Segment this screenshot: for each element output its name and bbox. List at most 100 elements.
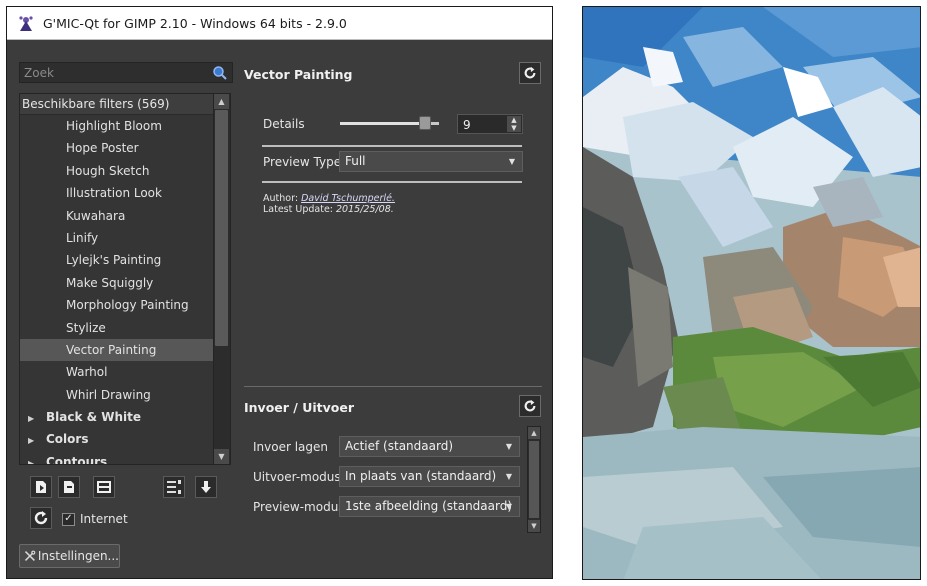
expand-arrow-icon[interactable]: ▶: [28, 408, 46, 428]
filter-item[interactable]: Hope Poster: [20, 137, 214, 159]
preview-mode-value: 1ste afbeelding (standaard): [345, 499, 513, 513]
preview-mode-select[interactable]: 1ste afbeelding (standaard) ▼: [339, 496, 520, 517]
filter-item[interactable]: Vector Painting: [20, 338, 214, 362]
expand-arrow-icon[interactable]: ▶: [28, 453, 46, 464]
filter-item-label: Stylize: [66, 320, 106, 335]
io-scrollbar[interactable]: ▲ ▼: [527, 426, 541, 533]
filter-item-label: Hope Poster: [66, 141, 139, 156]
filter-item[interactable]: Linify: [20, 227, 214, 249]
io-title: Invoer / Uitvoer: [244, 400, 354, 415]
filter-item-label: Make Squiggly: [66, 275, 154, 290]
filter-item-label: Whirl Drawing: [66, 387, 151, 402]
remove-fave-button[interactable]: [58, 476, 80, 498]
filter-item[interactable]: Morphology Painting: [20, 294, 214, 316]
filter-item[interactable]: Kuwahara: [20, 205, 214, 227]
filter-tree[interactable]: Beschikbare filters (569) Highlight Bloo…: [19, 93, 231, 465]
output-mode-select[interactable]: In plaats van (standaard) ▼: [339, 466, 520, 487]
search-icon[interactable]: [211, 64, 229, 82]
title-bar: G'MIC-Qt for GIMP 2.10 - Windows 64 bits…: [7, 7, 552, 40]
output-mode-value: In plaats van (standaard): [345, 469, 497, 483]
filter-category[interactable]: ▶ Contours: [20, 451, 214, 465]
window-title: G'MIC-Qt for GIMP 2.10 - Windows 64 bits…: [43, 15, 347, 31]
filter-item-label: Illustration Look: [66, 186, 162, 201]
scroll-down-arrow[interactable]: ▼: [214, 449, 229, 464]
input-layers-select[interactable]: Actief (standaard) ▼: [339, 436, 520, 457]
io-separator: [244, 386, 542, 387]
download-button[interactable]: [195, 476, 217, 498]
scroll-down-arrow[interactable]: ▼: [528, 520, 540, 532]
filter-item-label: Contours: [46, 454, 108, 465]
details-slider-fill: [340, 122, 425, 125]
details-label: Details: [263, 117, 305, 131]
output-mode-label: Uitvoer-modus: [253, 470, 341, 484]
filter-item[interactable]: Hough Sketch: [20, 160, 214, 182]
filter-tree-header: Beschikbare filters (569): [20, 94, 230, 115]
filter-item-label: Black & White: [46, 410, 142, 425]
reset-parameters-button[interactable]: [519, 62, 541, 84]
author-link[interactable]: David Tschumperlé.: [301, 193, 395, 204]
expand-collapse-button[interactable]: [163, 476, 185, 498]
internet-option[interactable]: ✓ Internet: [62, 509, 128, 529]
filter-item[interactable]: Stylize: [20, 317, 214, 339]
spin-down-arrow[interactable]: ▼: [507, 124, 521, 132]
filter-item[interactable]: Make Squiggly: [20, 272, 214, 294]
filter-item-label: Hough Sketch: [66, 163, 150, 178]
spin-up-arrow[interactable]: ▲: [507, 116, 521, 124]
filter-item-label: Kuwahara: [66, 208, 126, 223]
filter-item-label: Warhol: [66, 365, 108, 380]
filter-author-info: Author: David Tschumperlé. Latest Update…: [263, 193, 395, 215]
scroll-up-arrow[interactable]: ▲: [214, 94, 229, 109]
author-label: Author:: [263, 193, 299, 204]
scroll-thumb[interactable]: [529, 441, 539, 518]
chevron-down-icon: ▼: [505, 472, 512, 481]
scroll-thumb[interactable]: [215, 110, 228, 346]
add-fave-button[interactable]: [30, 476, 52, 498]
update-label: Latest Update:: [263, 204, 333, 215]
filter-item[interactable]: Highlight Bloom: [20, 115, 214, 137]
list-toggle-icon: [167, 480, 181, 494]
reset-icon: [524, 66, 536, 79]
chevron-down-icon: ▼: [505, 502, 512, 511]
filter-tree-scrollbar[interactable]: ▲ ▼: [213, 94, 230, 464]
gmic-window: G'MIC-Qt for GIMP 2.10 - Windows 64 bits…: [6, 6, 553, 579]
separator-1: [262, 145, 522, 147]
input-layers-value: Actief (standaard): [345, 439, 453, 453]
filter-item[interactable]: Whirl Drawing: [20, 384, 214, 406]
filter-item-label: Linify: [66, 230, 99, 245]
preview-type-label: Preview Type: [263, 155, 342, 169]
preview-type-value: Full: [345, 154, 366, 168]
filter-tree-rows: Highlight Bloom Hope Poster Hough Sketch Il…: [20, 115, 214, 465]
filter-item[interactable]: Illustration Look: [20, 182, 214, 204]
chevron-down-icon: ▼: [508, 157, 515, 166]
rename-fave-button[interactable]: [93, 476, 115, 498]
refresh-icon: [34, 511, 48, 525]
filter-category[interactable]: ▶ Colors: [20, 428, 214, 450]
tools-icon: [24, 550, 36, 561]
settings-button[interactable]: Instellingen...: [19, 544, 120, 568]
update-date: 2015/25/08.: [336, 204, 394, 215]
filter-item[interactable]: Lylejk's Painting: [20, 249, 214, 271]
internet-checkbox[interactable]: ✓: [62, 512, 75, 526]
filter-item-label: Highlight Bloom: [66, 119, 162, 133]
spin-arrows[interactable]: ▲ ▼: [507, 116, 521, 132]
reset-icon: [524, 399, 536, 412]
preview-image: [583, 7, 920, 579]
details-slider-handle[interactable]: [419, 116, 431, 130]
scroll-up-arrow[interactable]: ▲: [528, 427, 540, 439]
search-input[interactable]: [20, 63, 211, 82]
io-reset-button[interactable]: [519, 395, 541, 417]
add-fave-icon: [36, 481, 46, 493]
update-filters-button[interactable]: [30, 507, 52, 529]
expand-arrow-icon[interactable]: ▶: [28, 430, 46, 450]
settings-label: Instellingen...: [37, 549, 119, 563]
filter-item-label: Lylejk's Painting: [66, 253, 162, 268]
chevron-down-icon: ▼: [505, 442, 512, 451]
details-spinbox[interactable]: ▲ ▼: [457, 114, 523, 135]
preview-type-select[interactable]: Full ▼: [339, 151, 523, 172]
filter-item[interactable]: Warhol: [20, 361, 214, 383]
details-value-input[interactable]: [458, 115, 509, 135]
search-box: [19, 62, 233, 83]
filter-category[interactable]: ▶ Black & White: [20, 406, 214, 428]
arrow-down-icon: [201, 481, 211, 493]
preview-canvas[interactable]: [582, 6, 921, 580]
